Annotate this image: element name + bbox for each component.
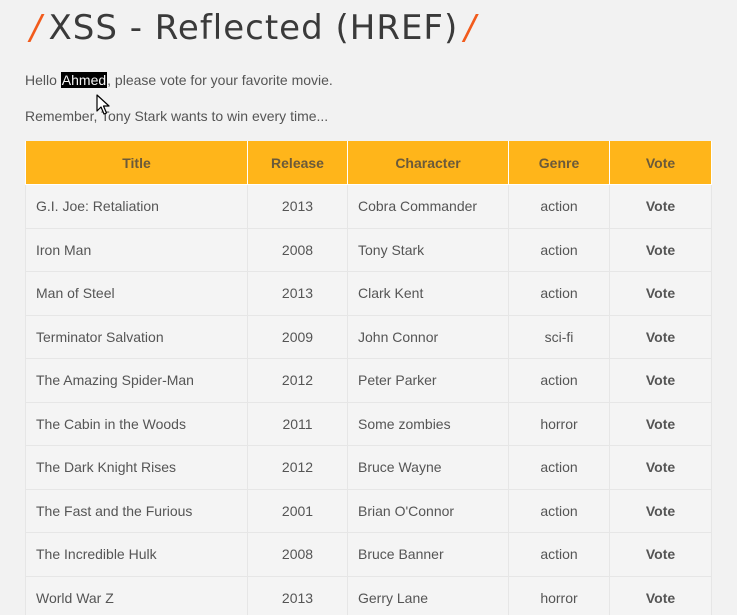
cell-title: Iron Man — [25, 227, 248, 272]
cell-vote: Vote — [609, 532, 712, 577]
cell-vote: Vote — [609, 314, 712, 359]
cell-character: Bruce Banner — [347, 532, 509, 577]
page-title-text: XSS - Reflected (HREF) — [48, 8, 459, 48]
cell-title: Man of Steel — [25, 271, 248, 316]
greeting-rest: , please vote for your favorite movie. — [107, 72, 333, 88]
table-row: The Amazing Spider-Man 2012 Peter Parker… — [25, 358, 712, 403]
cell-vote: Vote — [609, 271, 712, 316]
vote-link[interactable]: Vote — [646, 285, 675, 301]
cell-character: Peter Parker — [347, 358, 509, 403]
cell-vote: Vote — [609, 184, 712, 229]
cell-release: 2001 — [247, 488, 348, 533]
cell-genre: action — [508, 184, 610, 229]
table-row: G.I. Joe: Retaliation 2013 Cobra Command… — [25, 184, 712, 229]
vote-link[interactable]: Vote — [646, 546, 675, 562]
mouse-pointer-icon — [96, 94, 110, 115]
selected-username: Ahmed — [60, 72, 108, 88]
cell-vote: Vote — [609, 227, 712, 272]
cell-title: The Incredible Hulk — [25, 532, 248, 577]
cell-vote: Vote — [609, 358, 712, 403]
cell-title: The Fast and the Furious — [25, 488, 248, 533]
cell-character: Brian O'Connor — [347, 488, 509, 533]
cell-title: Terminator Salvation — [25, 314, 248, 359]
vote-link[interactable]: Vote — [646, 372, 675, 388]
title-slash-left: / — [30, 8, 43, 48]
cell-character: Clark Kent — [347, 271, 509, 316]
cell-character: Cobra Commander — [347, 184, 509, 229]
title-slash-right: / — [464, 8, 477, 48]
cell-release: 2008 — [247, 532, 348, 577]
cell-character: Bruce Wayne — [347, 445, 509, 490]
cell-genre: action — [508, 227, 610, 272]
greeting-text: Hello Ahmed, please vote for your favori… — [25, 72, 333, 88]
cell-genre: action — [508, 358, 610, 403]
column-header-title: Title — [25, 141, 248, 185]
cell-genre: sci-fi — [508, 314, 610, 359]
cell-title: World War Z — [25, 575, 248, 615]
vote-link[interactable]: Vote — [646, 503, 675, 519]
vote-link[interactable]: Vote — [646, 590, 675, 606]
cell-character: Gerry Lane — [347, 575, 509, 615]
greeting-hello: Hello — [25, 72, 61, 88]
cell-genre: action — [508, 445, 610, 490]
cell-release: 2012 — [247, 358, 348, 403]
cell-genre: action — [508, 488, 610, 533]
cell-title: The Cabin in the Woods — [25, 401, 248, 446]
table-row: The Fast and the Furious 2001 Brian O'Co… — [25, 488, 712, 533]
table-row: World War Z 2013 Gerry Lane horror Vote — [25, 575, 712, 615]
cell-release: 2009 — [247, 314, 348, 359]
vote-link[interactable]: Vote — [646, 459, 675, 475]
cell-character: Some zombies — [347, 401, 509, 446]
table-row: The Dark Knight Rises 2012 Bruce Wayne a… — [25, 445, 712, 490]
table-row: Man of Steel 2013 Clark Kent action Vote — [25, 271, 712, 316]
table-row: Terminator Salvation 2009 John Connor sc… — [25, 314, 712, 359]
cell-genre: action — [508, 532, 610, 577]
cell-release: 2013 — [247, 184, 348, 229]
cell-genre: horror — [508, 401, 610, 446]
cell-release: 2008 — [247, 227, 348, 272]
cell-title: The Dark Knight Rises — [25, 445, 248, 490]
cell-vote: Vote — [609, 488, 712, 533]
vote-link[interactable]: Vote — [646, 198, 675, 214]
cell-release: 2013 — [247, 575, 348, 615]
vote-link[interactable]: Vote — [646, 242, 675, 258]
table-header-row: Title Release Character Genre Vote — [25, 141, 712, 185]
cell-title: G.I. Joe: Retaliation — [25, 184, 248, 229]
cell-release: 2012 — [247, 445, 348, 490]
column-header-character: Character — [347, 141, 509, 185]
table-row: Iron Man 2008 Tony Stark action Vote — [25, 227, 712, 272]
vote-link[interactable]: Vote — [646, 416, 675, 432]
cell-character: John Connor — [347, 314, 509, 359]
page: / XSS - Reflected (HREF) / Hello Ahmed, pl… — [0, 0, 737, 615]
column-header-genre: Genre — [508, 141, 610, 185]
vote-link[interactable]: Vote — [646, 329, 675, 345]
reminder-text: Remember, Tony Stark wants to win every … — [25, 108, 329, 124]
cell-release: 2013 — [247, 271, 348, 316]
cell-release: 2011 — [247, 401, 348, 446]
cell-vote: Vote — [609, 575, 712, 615]
cell-title: The Amazing Spider-Man — [25, 358, 248, 403]
cell-vote: Vote — [609, 401, 712, 446]
column-header-release: Release — [247, 141, 348, 185]
movies-table: Title Release Character Genre Vote G.I. … — [25, 141, 712, 615]
cell-genre: action — [508, 271, 610, 316]
cell-character: Tony Stark — [347, 227, 509, 272]
table-row: The Incredible Hulk 2008 Bruce Banner ac… — [25, 532, 712, 577]
column-header-vote: Vote — [609, 141, 712, 185]
cell-genre: horror — [508, 575, 610, 615]
table-row: The Cabin in the Woods 2011 Some zombies… — [25, 401, 712, 446]
cell-vote: Vote — [609, 445, 712, 490]
page-title: / XSS - Reflected (HREF) / — [24, 4, 483, 52]
